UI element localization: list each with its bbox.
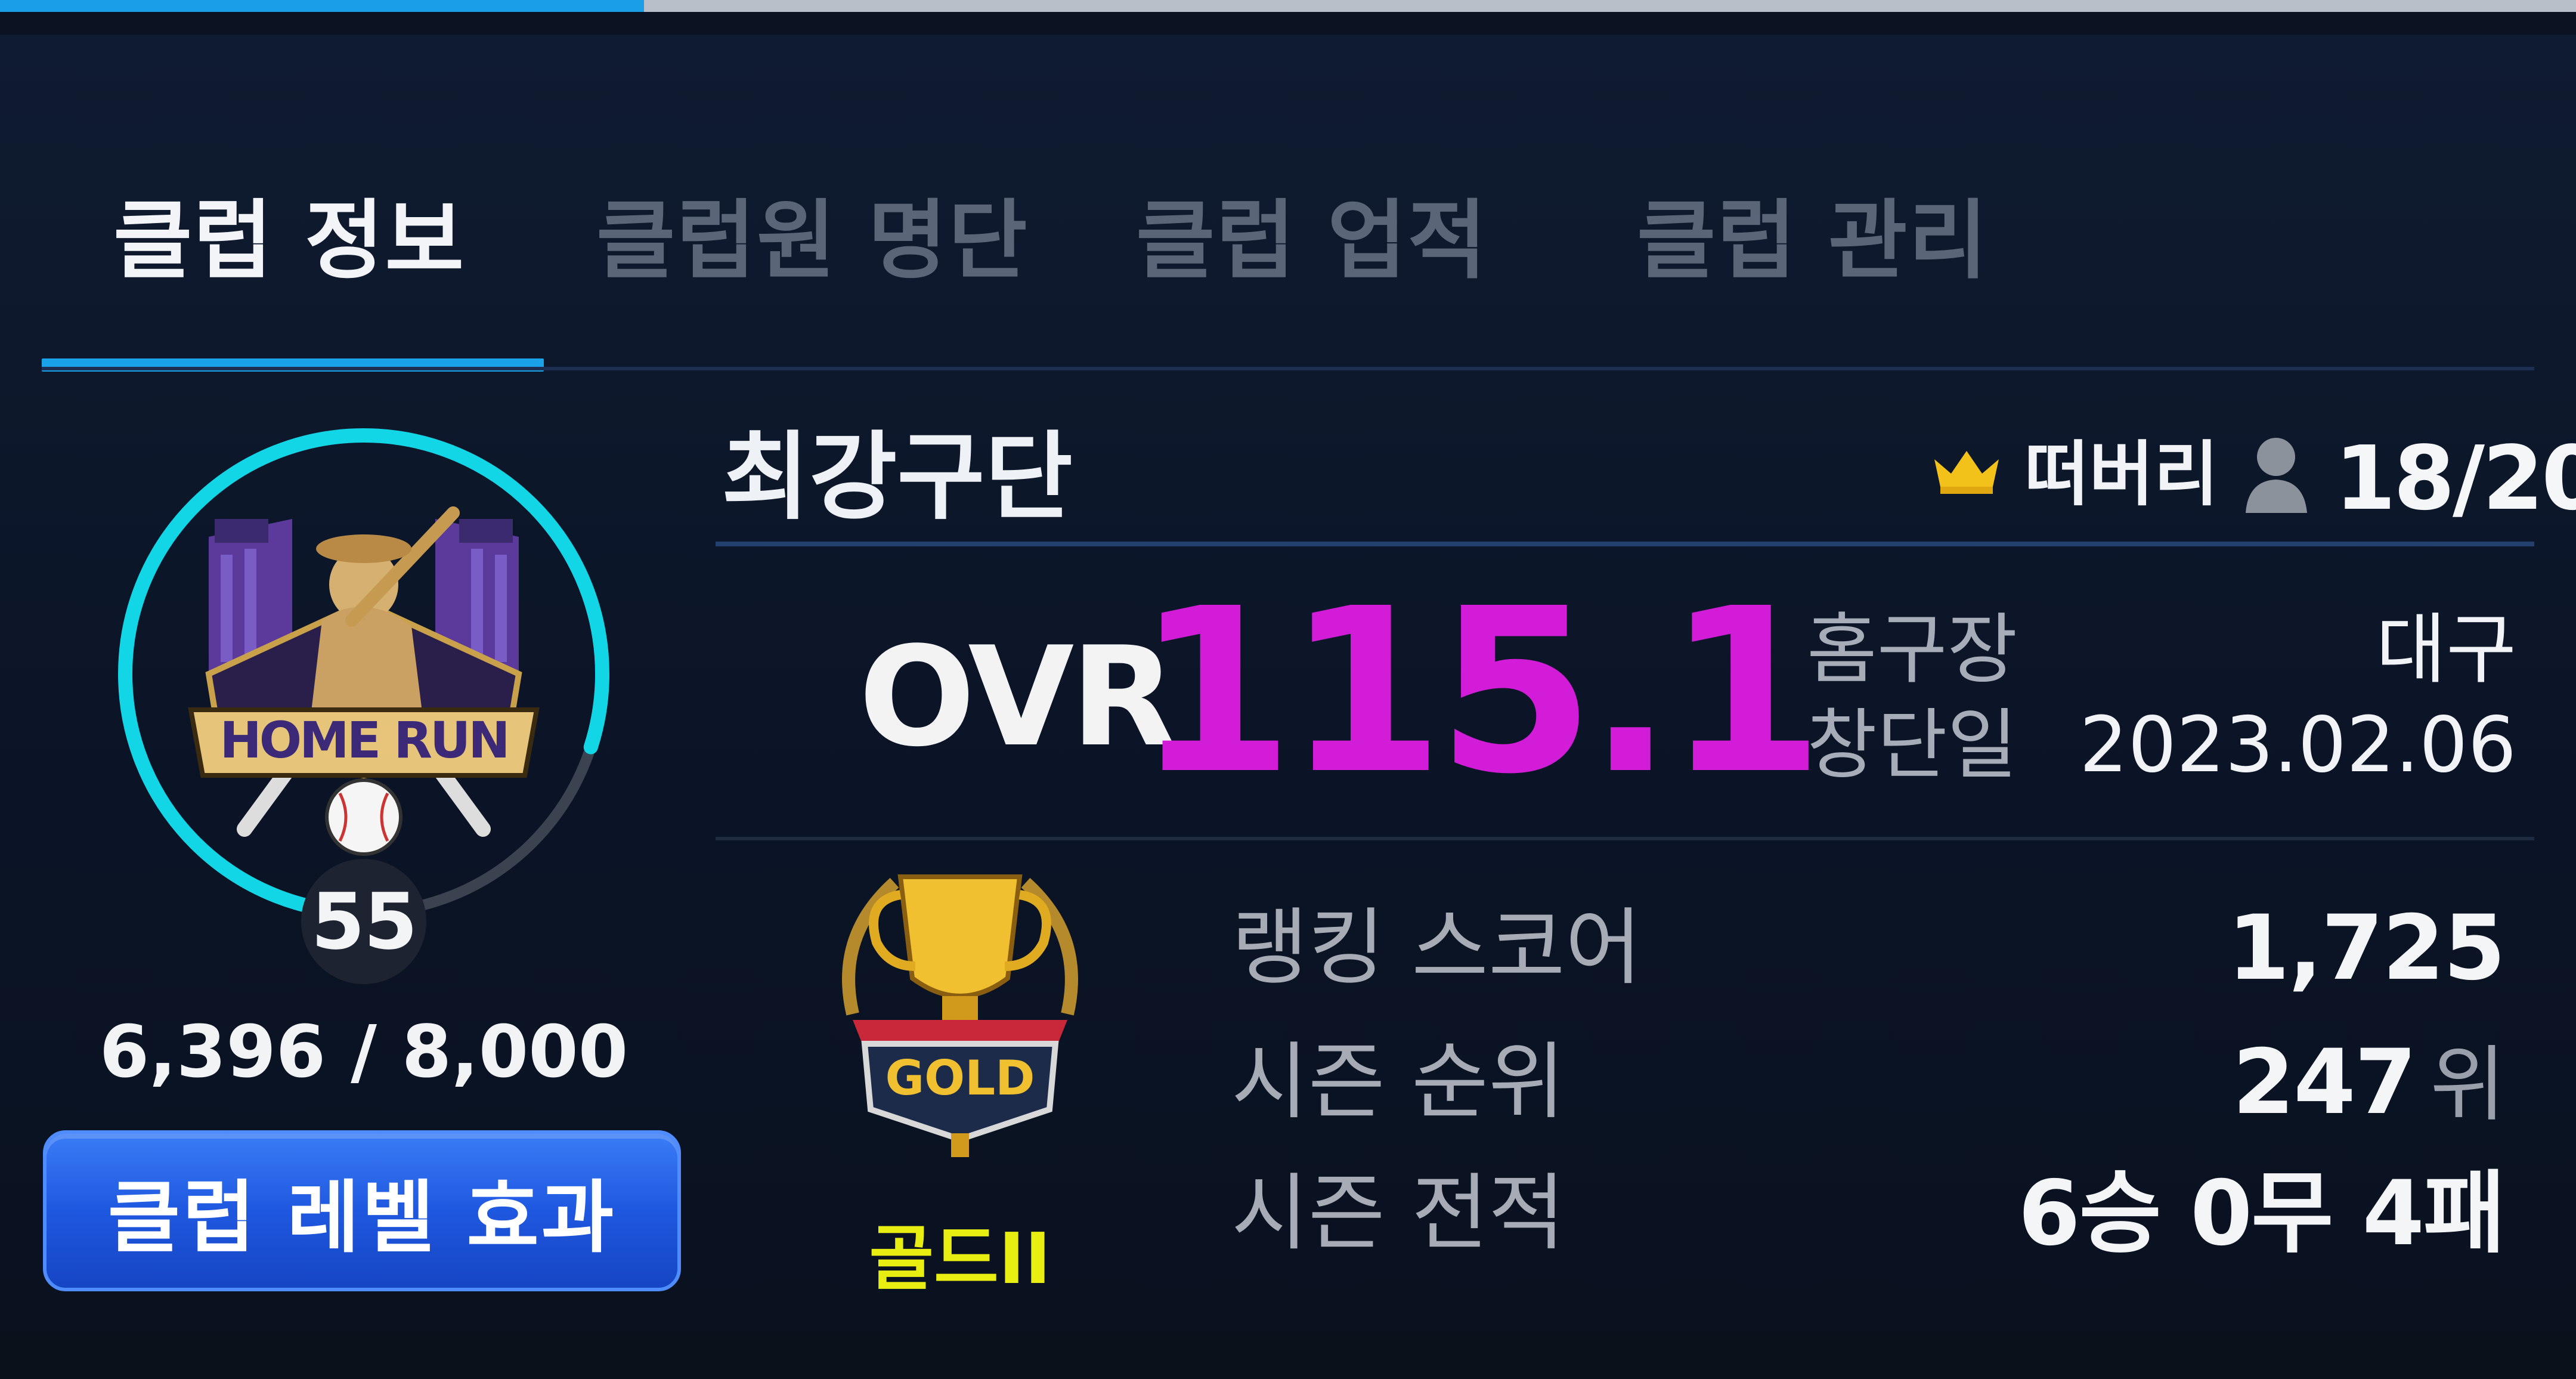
ranking-score-label: 랭킹 스코어 [1231,899,1642,997]
tab-club-members[interactable]: 클럽원 명단 [596,184,1029,297]
season-rank-value: 247 [2232,1031,2417,1134]
club-level-badge: 55 [301,859,426,984]
ovr-value: 115.1 [1136,559,1824,824]
crown-icon [1934,451,1999,494]
member-count: 18/20 [2334,427,2576,530]
tab-bar: 클럽 정보 클럽원 명단 클럽 업적 클럽 관리 [0,35,2576,372]
home-stadium-label: 홈구장 [1807,605,2018,694]
club-level-effect-button[interactable]: 클럽 레벨 효과 [43,1130,681,1291]
club-name: 최강구단 [722,421,1073,533]
bottom-band [0,1332,2576,1379]
tier-name: 골드II [869,1217,1051,1300]
season-rank-unit: 위 [2430,1037,2506,1133]
founded-date-value: 2023.02.06 [2079,701,2516,790]
home-stadium-value: 대구 [2376,605,2516,694]
founded-date-label: 창단일 [1807,701,2018,790]
tab-divider [42,367,2534,370]
club-exp-text: 6,396 / 8,000 [99,1011,628,1094]
section-divider [716,837,2534,840]
tab-club-info[interactable]: 클럽 정보 [113,184,465,297]
emblem-text: HOME RUN [219,711,507,769]
season-rank: 247 위 [2232,1029,2506,1139]
season-record-label: 시즌 전적 [1231,1165,1565,1262]
ovr-label: OVR [859,618,1176,777]
ranking-score-value: 1,725 [2227,896,2506,1000]
tab-club-achievements[interactable]: 클럽 업적 [1136,184,1488,297]
top-progress-fill [0,0,644,12]
season-record-value: 6승 0무 4패 [2018,1162,2506,1266]
tab-club-management[interactable]: 클럽 관리 [1637,184,1989,297]
tier-badge-text: GOLD [885,1050,1035,1106]
season-rank-label: 시즌 순위 [1231,1034,1565,1131]
club-emblem: HOME RUN [188,506,540,856]
header-divider [716,542,2534,546]
top-progress-track [0,0,2576,12]
gold-tier-trophy-icon: GOLD [842,874,1078,1157]
club-leader-name: 떠버리 [2024,433,2219,515]
member-icon [2246,438,2307,513]
